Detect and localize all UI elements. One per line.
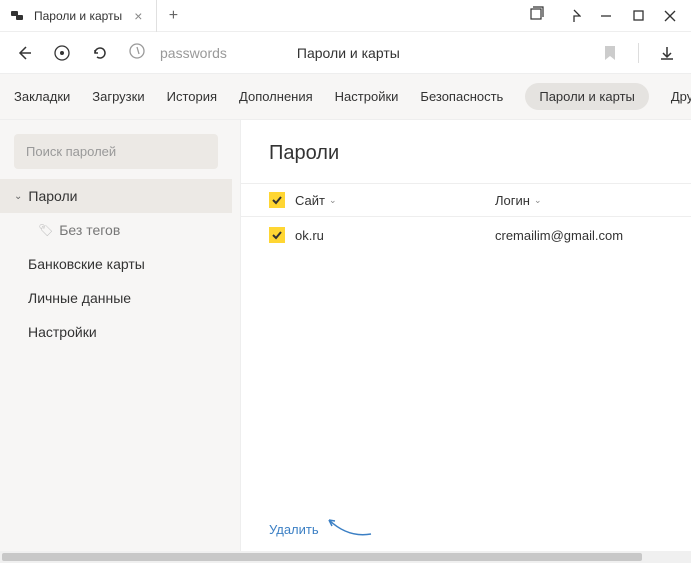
- column-label: Сайт: [295, 193, 325, 208]
- toolbar-separator: [638, 43, 639, 63]
- row-login: cremailim@gmail.com: [495, 228, 623, 243]
- nav-history[interactable]: История: [167, 83, 217, 110]
- browser-tab[interactable]: Пароли и карты ×: [0, 0, 157, 32]
- page-heading: Пароли: [241, 120, 691, 183]
- tab-close-icon[interactable]: ×: [130, 8, 146, 24]
- content-panel: Пароли Сайт ⌄ Логин ⌄ ok.ru cremailim@gm…: [240, 120, 691, 551]
- column-label: Логин: [495, 193, 530, 208]
- reload-button[interactable]: [90, 43, 110, 63]
- address-title: Пароли и карты: [297, 45, 400, 61]
- row-site: ok.ru: [295, 228, 324, 243]
- download-icon[interactable]: [657, 43, 677, 63]
- window-close-icon[interactable]: [663, 9, 677, 23]
- sidebar-item-personal-data[interactable]: Личные данные: [0, 281, 232, 315]
- window-minimize-icon[interactable]: [599, 9, 613, 23]
- select-all-checkbox[interactable]: [269, 192, 285, 208]
- sidebar-item-label: Банковские карты: [28, 256, 145, 272]
- address-bar[interactable]: passwords Пароли и карты: [128, 42, 582, 63]
- shield-icon[interactable]: [52, 43, 72, 63]
- sidebar-item-bank-cards[interactable]: Банковские карты: [0, 247, 232, 281]
- horizontal-scrollbar[interactable]: [0, 551, 691, 563]
- delete-button[interactable]: Удалить: [269, 522, 319, 537]
- collections-icon[interactable]: [529, 6, 545, 25]
- sidebar: Поиск паролей ⌄ Пароли 🏷 Без тегов Банко…: [0, 120, 232, 551]
- sidebar-item-no-tags[interactable]: 🏷 Без тегов: [0, 213, 232, 247]
- chevron-down-icon: ⌄: [329, 195, 337, 206]
- settings-nav: Закладки Загрузки История Дополнения Нас…: [0, 74, 691, 120]
- tab-favicon: [10, 8, 26, 24]
- column-site[interactable]: Сайт ⌄: [295, 193, 495, 208]
- nav-passwords-cards[interactable]: Пароли и карты: [525, 83, 649, 110]
- window-pin-icon[interactable]: [567, 9, 581, 23]
- bookmark-icon[interactable]: [600, 43, 620, 63]
- sidebar-item-label: Без тегов: [59, 222, 120, 238]
- window-maximize-icon[interactable]: [631, 9, 645, 23]
- sidebar-item-passwords[interactable]: ⌄ Пароли: [0, 179, 232, 213]
- column-login[interactable]: Логин ⌄: [495, 193, 663, 208]
- sidebar-item-label: Настройки: [28, 324, 97, 340]
- nav-bookmarks[interactable]: Закладки: [14, 83, 70, 110]
- chevron-down-icon: ⌄: [14, 191, 22, 202]
- nav-addons[interactable]: Дополнения: [239, 83, 313, 110]
- annotation-arrow: [323, 510, 373, 543]
- tag-icon: 🏷: [38, 223, 53, 237]
- sidebar-item-label: Пароли: [28, 188, 77, 204]
- nav-security[interactable]: Безопасность: [420, 83, 503, 110]
- sidebar-item-label: Личные данные: [28, 290, 131, 306]
- nav-downloads[interactable]: Загрузки: [92, 83, 144, 110]
- table-header: Сайт ⌄ Логин ⌄: [241, 183, 691, 217]
- chevron-down-icon: ⌄: [534, 195, 542, 206]
- address-path: passwords: [160, 45, 227, 61]
- nav-settings[interactable]: Настройки: [335, 83, 399, 110]
- search-input[interactable]: Поиск паролей: [14, 134, 218, 169]
- new-tab-button[interactable]: +: [157, 7, 189, 25]
- site-icon: [128, 42, 146, 63]
- row-checkbox[interactable]: [269, 227, 285, 243]
- tab-title: Пароли и карты: [34, 9, 122, 23]
- nav-other[interactable]: Други: [671, 83, 691, 110]
- back-button[interactable]: [14, 43, 34, 63]
- table-row[interactable]: ok.ru cremailim@gmail.com: [241, 217, 691, 253]
- sidebar-item-settings[interactable]: Настройки: [0, 315, 232, 349]
- scrollbar-thumb[interactable]: [2, 553, 642, 561]
